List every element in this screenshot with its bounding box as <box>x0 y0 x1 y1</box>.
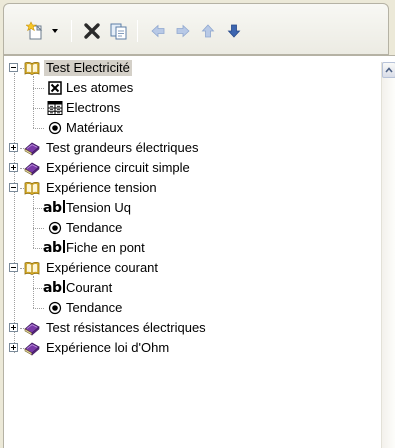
move-down-button[interactable] <box>222 19 246 43</box>
scroll-up-button[interactable] <box>382 62 395 78</box>
arrow-right-icon <box>176 24 190 38</box>
tree-node-label: Expérience tension <box>46 180 157 195</box>
tree-node[interactable]: Expérience circuit simple <box>4 158 364 178</box>
open-book-icon <box>24 180 40 196</box>
dropdown-arrow-icon <box>52 29 58 33</box>
move-up-button[interactable] <box>196 19 220 43</box>
tree-node-label: Expérience courant <box>46 260 159 275</box>
tree-leaf[interactable]: ab Courant <box>4 278 364 298</box>
tree-node-label: Test Electricité <box>44 60 132 76</box>
tree-leaf[interactable]: Tendance <box>4 218 364 238</box>
closed-book-icon <box>24 340 40 356</box>
tree-node[interactable]: Expérience loi d'Ohm <box>4 338 364 358</box>
closed-book-icon <box>24 320 40 336</box>
radio-button-icon <box>47 220 63 236</box>
delete-icon <box>84 23 100 39</box>
expand-icon[interactable] <box>9 323 18 332</box>
tree-leaf[interactable]: Les atomes <box>4 78 364 98</box>
collapse-icon[interactable] <box>9 263 18 272</box>
toolbar <box>3 3 389 55</box>
tree-node[interactable]: Expérience courant <box>4 258 364 278</box>
table-icon <box>47 100 63 116</box>
chevron-up-icon <box>385 67 393 73</box>
collapse-icon[interactable] <box>9 63 18 72</box>
tree-node[interactable]: Test grandeurs électriques <box>4 138 364 158</box>
tree-panel: Test Electricité Les atomes Electrons Ma… <box>3 55 395 448</box>
tree-leaf[interactable]: Matériaux <box>4 118 364 138</box>
arrow-up-icon <box>201 24 215 38</box>
radio-button-icon <box>47 300 63 316</box>
tree-leaf-label: Tendance <box>66 300 123 315</box>
text-field-icon: ab <box>43 240 65 256</box>
expand-icon[interactable] <box>9 163 18 172</box>
tree-leaf-label: Fiche en pont <box>66 240 145 255</box>
tree-leaf-label: Courant <box>66 280 113 295</box>
text-field-icon: ab <box>43 200 65 216</box>
collapse-icon[interactable] <box>9 183 18 192</box>
closed-book-icon <box>24 140 40 156</box>
tree-leaf-label: Tendance <box>66 220 123 235</box>
tree-leaf[interactable]: ab Tension Uq <box>4 198 364 218</box>
tree-leaf-label: Tension Uq <box>66 200 132 215</box>
tree-node[interactable]: Test résistances électriques <box>4 318 364 338</box>
copy-button[interactable] <box>107 19 131 43</box>
closed-book-icon <box>24 160 40 176</box>
tree-leaf[interactable]: Tendance <box>4 298 364 318</box>
open-book-icon <box>24 260 40 276</box>
vertical-scrollbar[interactable] <box>381 62 395 448</box>
tree-node[interactable]: Test Electricité <box>4 58 364 78</box>
checkbox-icon <box>47 80 63 96</box>
new-item-dropdown-button[interactable] <box>49 19 61 43</box>
radio-button-icon <box>47 120 63 136</box>
arrow-left-icon <box>151 24 165 38</box>
expand-icon[interactable] <box>9 343 18 352</box>
tree-leaf-label: Electrons <box>66 100 121 115</box>
tree-node[interactable]: Expérience tension <box>4 178 364 198</box>
new-item-button[interactable] <box>24 19 48 43</box>
text-field-icon: ab <box>43 280 65 296</box>
expand-icon[interactable] <box>9 143 18 152</box>
tree-leaf[interactable]: ab Fiche en pont <box>4 238 364 258</box>
tree-leaf-label: Les atomes <box>66 80 134 95</box>
delete-button[interactable] <box>80 19 104 43</box>
move-left-button[interactable] <box>146 19 170 43</box>
tree-leaf[interactable]: Electrons <box>4 98 364 118</box>
move-right-button[interactable] <box>171 19 195 43</box>
open-book-icon <box>24 60 40 76</box>
tree-leaf-label: Matériaux <box>66 120 124 135</box>
new-item-icon <box>26 21 43 40</box>
tree-node-label: Test grandeurs électriques <box>46 140 199 155</box>
tree-node-label: Expérience loi d'Ohm <box>46 340 170 355</box>
copy-icon <box>110 23 127 40</box>
tree-node-label: Expérience circuit simple <box>46 160 190 175</box>
arrow-down-icon <box>227 24 241 38</box>
tree-node-label: Test résistances électriques <box>46 320 206 335</box>
